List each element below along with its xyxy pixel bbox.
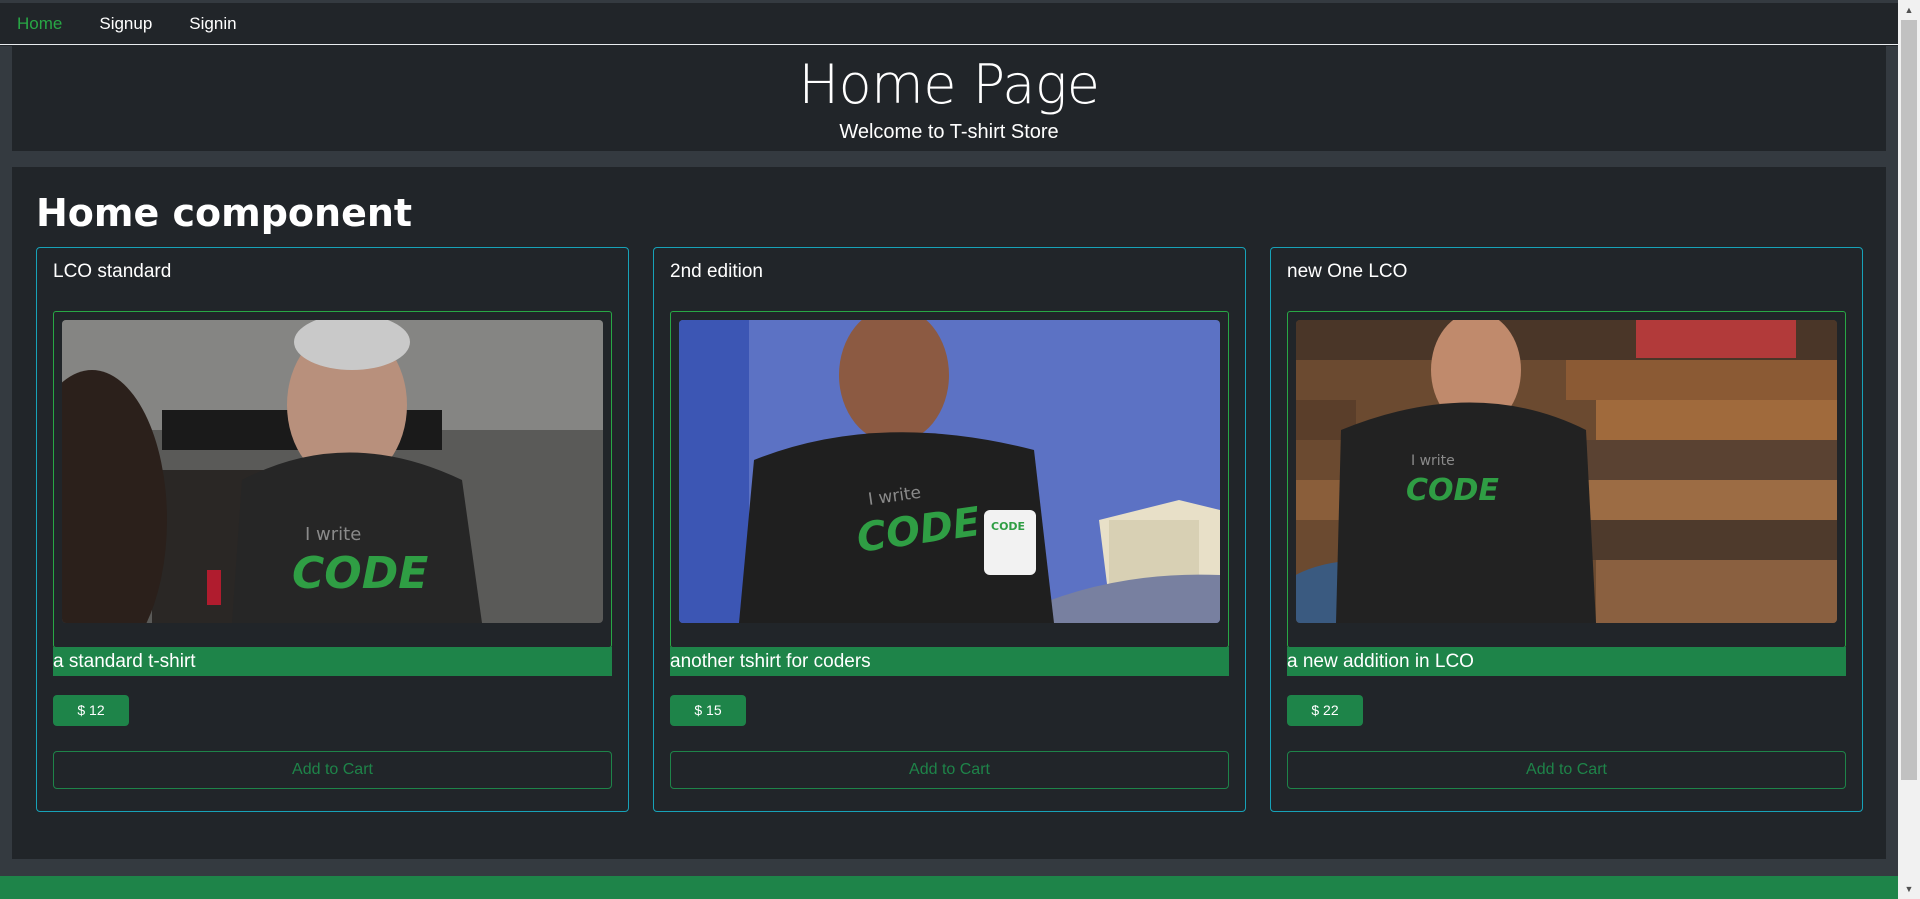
product-image-frame: I write CODE xyxy=(53,311,612,648)
product-card: 2nd edition I write CODE CODE another ts… xyxy=(653,247,1246,812)
footer xyxy=(0,876,1898,899)
page-frame: Home Page Welcome to T-shirt Store Home … xyxy=(0,46,1898,876)
scrollbar-thumb[interactable] xyxy=(1901,20,1917,780)
page-title: Home Page xyxy=(798,53,1101,116)
product-image: I write CODE xyxy=(62,320,603,623)
product-image-frame: I write CODE CODE xyxy=(670,311,1229,648)
product-description: a new addition in LCO xyxy=(1287,647,1846,676)
add-to-cart-button[interactable]: Add to Cart xyxy=(1287,751,1846,789)
price-badge[interactable]: $ 22 xyxy=(1287,695,1363,726)
product-title: new One LCO xyxy=(1287,261,1408,282)
page-subtitle: Welcome to T-shirt Store xyxy=(839,121,1059,143)
product-card: new One LCO I write CODE a new addition … xyxy=(1270,247,1863,812)
svg-text:CODE: CODE xyxy=(991,520,1025,533)
navbar: Home Signup Signin xyxy=(0,3,1898,45)
jumbotron: Home Page Welcome to T-shirt Store xyxy=(12,46,1886,151)
svg-text:CODE: CODE xyxy=(1406,473,1499,508)
nav-home-link[interactable]: Home xyxy=(8,14,71,34)
product-description: another tshirt for coders xyxy=(670,647,1229,676)
svg-text:CODE: CODE xyxy=(292,548,428,599)
product-description: a standard t-shirt xyxy=(53,647,612,676)
vertical-scrollbar[interactable]: ▲ ▼ xyxy=(1898,0,1920,899)
product-image-frame: I write CODE xyxy=(1287,311,1846,648)
add-to-cart-button[interactable]: Add to Cart xyxy=(53,751,612,789)
home-content: Home component LCO standard I write CODE xyxy=(12,167,1886,859)
nav-signin-link[interactable]: Signin xyxy=(180,14,245,34)
product-image: I write CODE xyxy=(1296,320,1837,623)
scroll-down-arrow-icon[interactable]: ▼ xyxy=(1898,879,1920,899)
product-image: I write CODE CODE xyxy=(679,320,1220,623)
product-title: 2nd edition xyxy=(670,261,763,282)
nav-signup-link[interactable]: Signup xyxy=(90,14,161,34)
svg-text:I write: I write xyxy=(1411,453,1455,469)
price-badge[interactable]: $ 15 xyxy=(670,695,746,726)
scroll-up-arrow-icon[interactable]: ▲ xyxy=(1898,0,1920,20)
section-heading: Home component xyxy=(36,191,413,235)
product-card: LCO standard I write CODE a standard t-s… xyxy=(36,247,629,812)
svg-text:I write: I write xyxy=(305,524,361,545)
price-badge[interactable]: $ 12 xyxy=(53,695,129,726)
product-title: LCO standard xyxy=(53,261,172,282)
add-to-cart-button[interactable]: Add to Cart xyxy=(670,751,1229,789)
